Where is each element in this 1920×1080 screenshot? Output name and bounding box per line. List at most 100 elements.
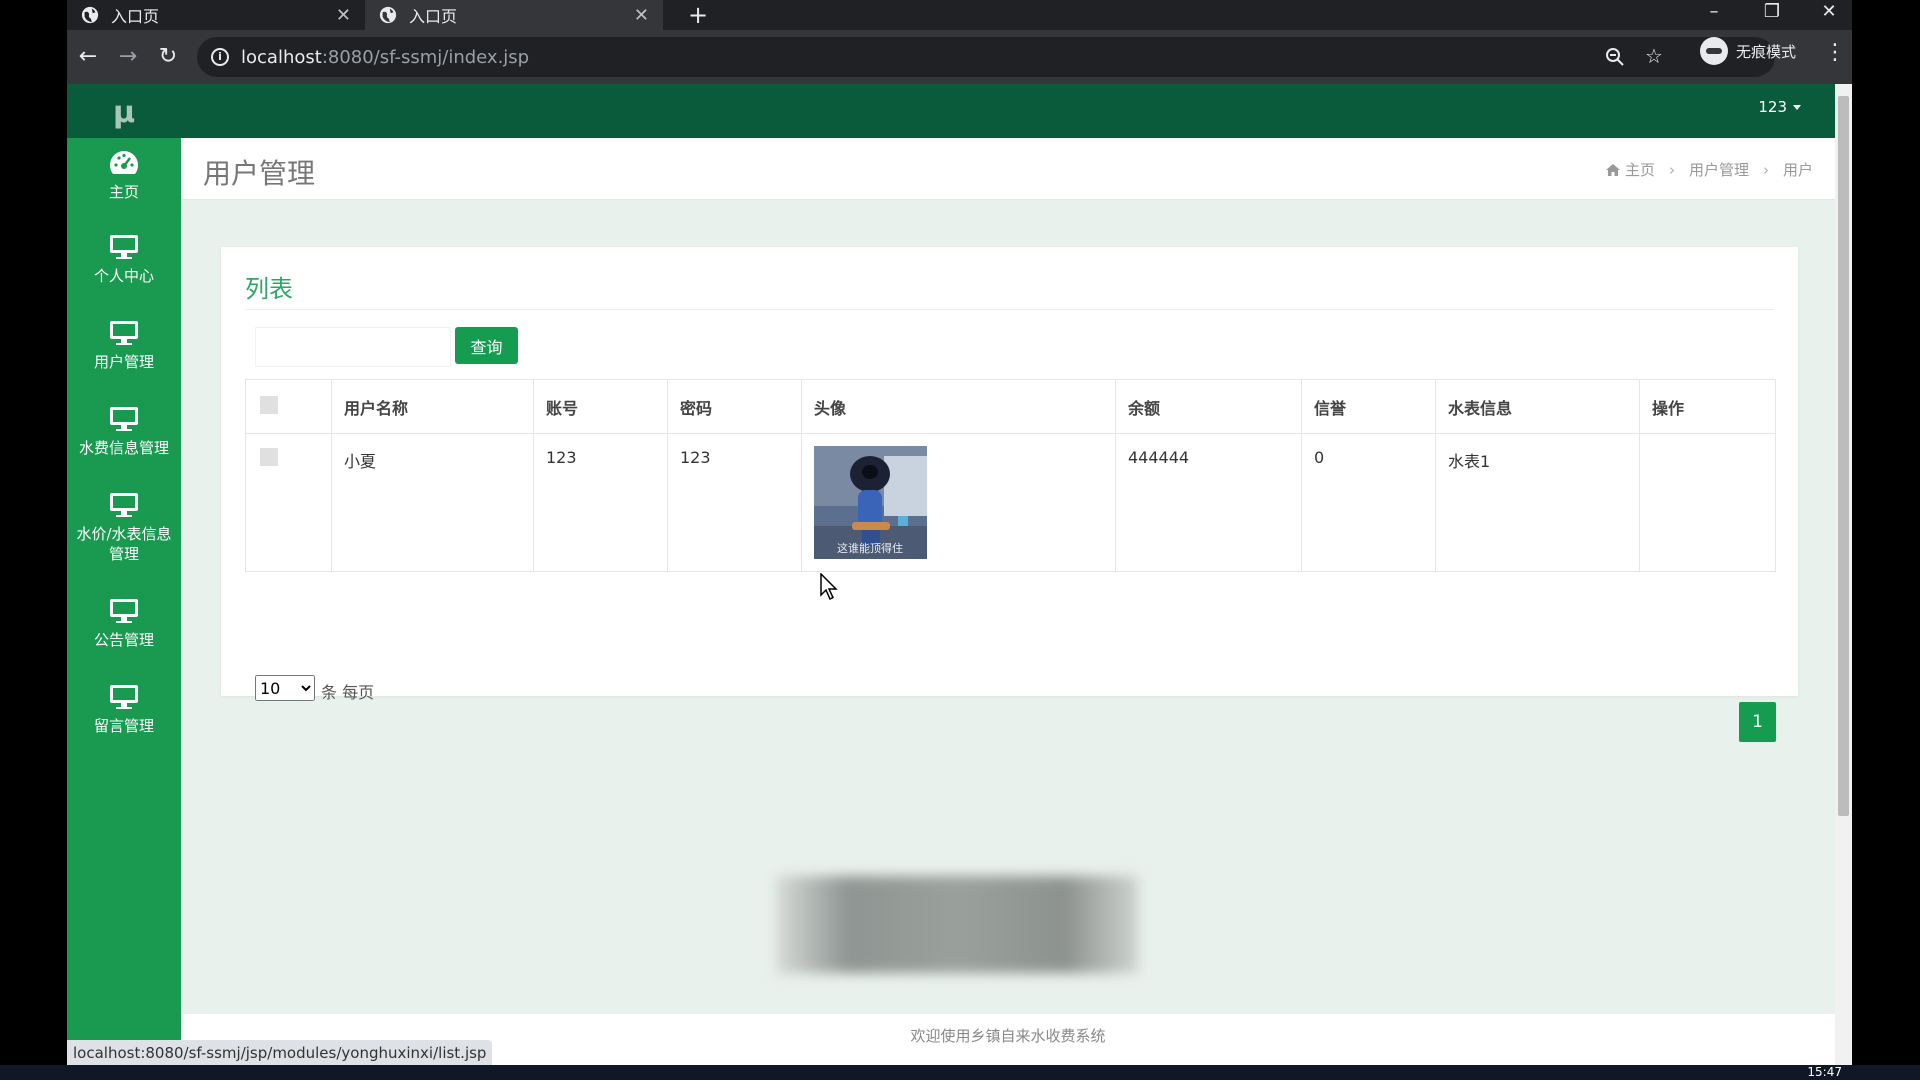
browser-tab-1[interactable]: 入口页 ✕ [67,0,365,30]
dashboard-icon [109,151,139,174]
sidebar-item-users[interactable]: 用户管理 [67,320,181,372]
address-bar[interactable]: i localhost:8080/sf-ssmj/index.jsp [197,37,1775,77]
blurred-overlay [776,876,1138,973]
divider [245,309,1774,310]
avatar[interactable]: 这谁能顶得住 [814,446,927,559]
sidebar-item-water-fee[interactable]: 水费信息管理 [67,406,181,458]
zoom-icon[interactable] [1605,47,1625,67]
close-icon[interactable]: ✕ [634,5,649,26]
page-title: 用户管理 [203,157,316,190]
cell-meter: 水表1 [1435,433,1640,572]
column-header: 用户名称 [331,379,534,434]
cell-password: 123 [667,433,802,572]
pagination-page-1[interactable]: 1 [1739,702,1776,742]
list-card: 列表 查询 用户名称 账号 密码 头像 余额 信誉 水表信息 操作 小夏 123… [221,247,1798,742]
page-size-select[interactable]: 10 [255,675,315,701]
cell-operations [1639,433,1776,572]
sidebar-item-label: 主页 [108,183,139,201]
taskbar: 15:47 [0,1065,1920,1080]
taskbar-clock: 15:47 [1807,1065,1842,1079]
search-input[interactable] [255,327,451,367]
sidebar-item-home[interactable]: 主页 [67,150,181,202]
column-header: 操作 [1639,379,1776,434]
browser-menu-icon[interactable]: ⋮ [1824,40,1846,65]
cell-credit: 0 [1301,433,1436,572]
globe-icon [379,6,397,24]
column-header: 头像 [801,379,1116,434]
monitor-icon [110,235,138,259]
column-header: 水表信息 [1435,379,1640,434]
row-select-cell [245,433,332,572]
page-size-label: 条 每页 [321,683,375,702]
globe-icon [81,6,99,24]
close-icon[interactable]: ✕ [336,5,351,26]
monitor-icon [110,599,138,623]
user-name: 123 [1758,98,1787,116]
column-header: 信誉 [1301,379,1436,434]
cell-account: 123 [533,433,668,572]
sidebar-item-label: 用户管理 [93,353,154,371]
sidebar-item-profile[interactable]: 个人中心 [67,234,181,286]
breadcrumb-current: 用户 [1782,161,1813,179]
scrollbar[interactable] [1835,84,1852,1065]
caret-down-icon [1793,105,1801,110]
logo: μ [67,84,181,138]
column-header: 密码 [667,379,802,434]
tab-title: 入口页 [111,7,160,26]
incognito-profile[interactable]: 无痕模式 [1700,36,1796,66]
monitor-icon [110,685,138,709]
user-menu[interactable]: 123 [1758,98,1801,116]
forward-arrow-icon[interactable]: → [113,42,143,72]
cell-avatar: 这谁能顶得住 [801,433,1116,572]
scrollbar-thumb[interactable] [1838,96,1849,816]
mouse-cursor-icon [820,573,838,601]
sidebar-item-label: 水价/水表信息管理 [76,525,172,563]
home-icon [1605,163,1620,176]
sidebar-item-label: 个人中心 [93,267,154,285]
restore-icon[interactable]: ❐ [1757,0,1787,26]
user-table: 用户名称 账号 密码 头像 余额 信誉 水表信息 操作 小夏 123 123 这… [245,379,1776,572]
browser-toolbar: ← → ↻ i localhost:8080/sf-ssmj/index.jsp… [67,30,1852,84]
url-path: :8080/sf-ssmj/index.jsp [321,46,530,68]
select-all-cell [245,379,332,434]
sidebar-item-messages[interactable]: 留言管理 [67,684,181,736]
browser-window: 入口页 ✕ 入口页 ✕ + – ❐ ✕ ← → ↻ i localhost:80… [67,0,1852,1066]
content-header: 用户管理 主页 › 用户管理 › 用户 [181,138,1835,200]
row-checkbox[interactable] [260,448,278,466]
sidebar-item-label: 公告管理 [93,631,154,649]
page-viewport: μ 主页 个人中心 用户管理 水费信息管理 水价/水表信息管理 公告管理 留言管… [67,84,1852,1065]
new-tab-button[interactable]: + [684,2,712,30]
status-bar-url: localhost:8080/sf-ssmj/jsp/modules/yongh… [67,1040,493,1066]
browser-tab-2[interactable]: 入口页 ✕ [365,0,663,30]
top-navbar: 123 [181,84,1835,138]
url-host: localhost [241,46,322,68]
cell-balance: 444444 [1115,433,1302,572]
select-all-checkbox[interactable] [260,395,278,414]
back-arrow-icon[interactable]: ← [73,42,103,72]
monitor-icon [110,321,138,345]
breadcrumb-section[interactable]: 用户管理 [1689,159,1749,180]
breadcrumb-home[interactable]: 主页 [1625,159,1655,180]
tab-title: 入口页 [409,7,458,26]
minimize-icon[interactable]: – [1699,0,1729,26]
breadcrumb-separator: › [1762,160,1769,179]
breadcrumb-separator: › [1668,160,1675,179]
site-info-icon[interactable]: i [211,48,229,66]
incognito-icon [1700,37,1728,65]
search-button[interactable]: 查询 [455,327,518,364]
bookmark-star-icon[interactable]: ☆ [1645,44,1663,68]
reload-icon[interactable]: ↻ [153,42,183,72]
card-title: 列表 [245,275,293,303]
sidebar-item-notice[interactable]: 公告管理 [67,598,181,650]
sidebar-item-label: 留言管理 [93,717,154,735]
cell-name: 小夏 [331,433,534,572]
sidebar: μ 主页 个人中心 用户管理 水费信息管理 水价/水表信息管理 公告管理 留言管… [67,84,181,1065]
window-close-icon[interactable]: ✕ [1814,0,1844,26]
profile-label: 无痕模式 [1736,42,1797,61]
monitor-icon [110,493,138,517]
table-row: 小夏 123 123 这谁能顶得住 444444 0 水表1 [245,433,1776,572]
avatar-caption: 这谁能顶得住 [837,541,903,555]
monitor-icon [110,407,138,431]
column-header: 余额 [1115,379,1302,434]
sidebar-item-water-price[interactable]: 水价/水表信息管理 [67,492,181,564]
